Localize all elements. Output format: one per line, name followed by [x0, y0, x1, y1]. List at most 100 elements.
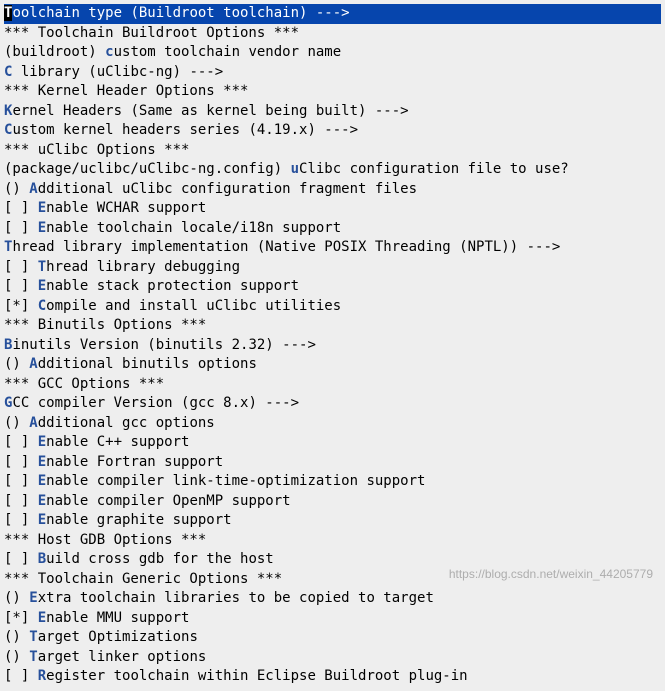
option-marker: [ ] — [4, 493, 38, 509]
item-label: nable MMU support — [46, 610, 189, 626]
hotkey: E — [38, 454, 46, 470]
menu-item[interactable]: Binutils Version (binutils 2.32) ---> — [4, 336, 661, 356]
hotkey: E — [29, 590, 37, 606]
menu-item[interactable]: [ ] Enable graphite support — [4, 511, 661, 531]
menu-item[interactable]: *** Host GDB Options *** — [4, 531, 661, 551]
menu-item[interactable]: () Target linker options — [4, 648, 661, 668]
option-marker: () — [4, 415, 29, 431]
menu-item[interactable]: (package/uclibc/uClibc-ng.config) uClibc… — [4, 160, 661, 180]
item-label: egister toolchain within Eclipse Buildro… — [46, 668, 467, 684]
item-label: nable graphite support — [46, 512, 231, 528]
menu-item[interactable]: *** GCC Options *** — [4, 375, 661, 395]
hotkey: E — [38, 220, 46, 236]
option-marker: [*] — [4, 610, 38, 626]
menu-item[interactable]: [ ] Enable C++ support — [4, 433, 661, 453]
menu-item[interactable]: *** Kernel Header Options *** — [4, 82, 661, 102]
menu-item[interactable]: (buildroot) custom toolchain vendor name — [4, 43, 661, 63]
item-label: nable C++ support — [46, 434, 189, 450]
menu-item[interactable]: [ ] Enable WCHAR support — [4, 199, 661, 219]
option-marker: [ ] — [4, 259, 38, 275]
menu-item[interactable]: Kernel Headers (Same as kernel being bui… — [4, 102, 661, 122]
hotkey: E — [38, 512, 46, 528]
option-marker: [ ] — [4, 668, 38, 684]
item-label: inutils Version (binutils 2.32) ---> — [12, 337, 315, 353]
hotkey: T — [29, 629, 37, 645]
hotkey: A — [29, 356, 37, 372]
item-label: ustom toolchain vendor name — [114, 44, 342, 60]
hotkey: T — [29, 649, 37, 665]
item-label: xtra toolchain libraries to be copied to… — [38, 590, 434, 606]
option-marker: [ ] — [4, 473, 38, 489]
item-label: library (uClibc-ng) ---> — [12, 64, 223, 80]
hotkey: E — [38, 610, 46, 626]
item-label: *** Host GDB Options *** — [4, 532, 206, 548]
hotkey: T — [38, 259, 46, 275]
hotkey: u — [291, 161, 299, 177]
option-marker: [ ] — [4, 551, 38, 567]
menu-item[interactable]: GCC compiler Version (gcc 8.x) ---> — [4, 394, 661, 414]
item-label: nable toolchain locale/i18n support — [46, 220, 341, 236]
menu-item[interactable]: () Target Optimizations — [4, 628, 661, 648]
menu-item[interactable]: Thread library implementation (Native PO… — [4, 238, 661, 258]
menu-item[interactable]: () Extra toolchain libraries to be copie… — [4, 589, 661, 609]
hotkey: E — [38, 278, 46, 294]
menu-item[interactable]: [ ] Enable stack protection support — [4, 277, 661, 297]
item-label: *** Binutils Options *** — [4, 317, 206, 333]
menu-item[interactable]: *** Toolchain Buildroot Options *** — [4, 24, 661, 44]
menu-item[interactable]: [*] Enable MMU support — [4, 609, 661, 629]
item-label: dditional uClibc configuration fragment … — [38, 181, 417, 197]
option-marker: () — [4, 649, 29, 665]
option-marker: [ ] — [4, 200, 38, 216]
item-label: nable WCHAR support — [46, 200, 206, 216]
menu-item[interactable]: *** uClibc Options *** — [4, 141, 661, 161]
hotkey: E — [38, 473, 46, 489]
menu-item[interactable]: [ ] Build cross gdb for the host — [4, 550, 661, 570]
menu-item[interactable]: [ ] Thread library debugging — [4, 258, 661, 278]
menu-item[interactable]: [*] Compile and install uClibc utilities — [4, 297, 661, 317]
hotkey: E — [38, 200, 46, 216]
item-label: hread library debugging — [46, 259, 240, 275]
option-marker: [ ] — [4, 278, 38, 294]
menu-item[interactable]: C library (uClibc-ng) ---> — [4, 63, 661, 83]
item-label: *** Toolchain Generic Options *** — [4, 571, 282, 587]
hotkey: E — [38, 434, 46, 450]
item-label: arget linker options — [38, 649, 207, 665]
item-label: ompile and install uClibc utilities — [46, 298, 341, 314]
option-marker: [ ] — [4, 454, 38, 470]
option-marker: [ ] — [4, 434, 38, 450]
item-label: *** Kernel Header Options *** — [4, 83, 248, 99]
menu-item[interactable]: [ ] Enable toolchain locale/i18n support — [4, 219, 661, 239]
item-label: dditional binutils options — [38, 356, 257, 372]
item-label: uild cross gdb for the host — [46, 551, 274, 567]
option-marker: () — [4, 590, 29, 606]
menu-item[interactable]: [ ] Register toolchain within Eclipse Bu… — [4, 667, 661, 687]
option-marker: [ ] — [4, 220, 38, 236]
item-label: oolchain type (Buildroot toolchain) ---> — [12, 5, 349, 21]
item-label: *** Toolchain Buildroot Options *** — [4, 25, 299, 41]
item-label: nable Fortran support — [46, 454, 223, 470]
option-marker: (package/uclibc/uClibc-ng.config) — [4, 161, 291, 177]
menu-item[interactable]: () Additional gcc options — [4, 414, 661, 434]
menu-item[interactable]: [ ] Enable compiler OpenMP support — [4, 492, 661, 512]
item-label: dditional gcc options — [38, 415, 215, 431]
menu-item[interactable]: *** Toolchain Generic Options *** — [4, 570, 661, 590]
item-label: hread library implementation (Native POS… — [12, 239, 560, 255]
item-label: ernel Headers (Same as kernel being buil… — [12, 103, 408, 119]
menu-item[interactable]: () Additional uClibc configuration fragm… — [4, 180, 661, 200]
item-label: nable compiler OpenMP support — [46, 493, 290, 509]
hotkey: R — [38, 668, 46, 684]
menu-item[interactable]: Toolchain type (Buildroot toolchain) ---… — [4, 4, 661, 24]
menu-item[interactable]: *** Binutils Options *** — [4, 316, 661, 336]
option-marker: (buildroot) — [4, 44, 105, 60]
menu-item[interactable]: [ ] Enable Fortran support — [4, 453, 661, 473]
item-label: Clibc configuration file to use? — [299, 161, 569, 177]
menu-item[interactable]: [ ] Enable compiler link-time-optimizati… — [4, 472, 661, 492]
menu-item[interactable]: Custom kernel headers series (4.19.x) --… — [4, 121, 661, 141]
item-label: arget Optimizations — [38, 629, 198, 645]
option-marker: () — [4, 181, 29, 197]
item-label: *** GCC Options *** — [4, 376, 164, 392]
hotkey: C — [38, 298, 46, 314]
menu-item[interactable]: () Additional binutils options — [4, 355, 661, 375]
option-marker: () — [4, 356, 29, 372]
item-label: nable compiler link-time-optimization su… — [46, 473, 425, 489]
